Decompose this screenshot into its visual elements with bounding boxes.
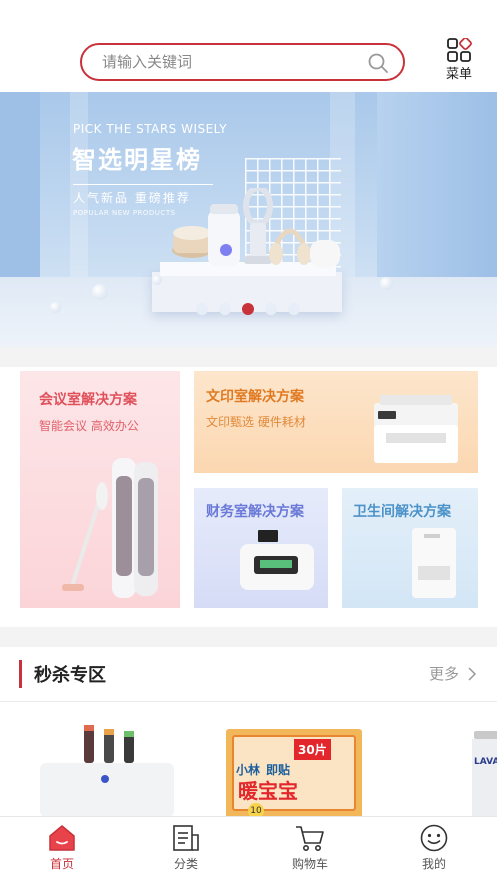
hand-dryer-image [412,528,456,598]
hand-cream-tube[interactable]: LAVAN [470,731,497,817]
menu-label: 菜单 [445,67,472,82]
card-title: 卫生间解决方案 [353,504,451,520]
grid-menu-icon [447,38,472,62]
more-link[interactable]: 更多 [429,663,459,684]
section-gap [0,347,497,367]
card-subtitle: 智能会议 高效办公 [39,419,139,433]
smiley-profile-icon [420,824,448,852]
section-divider [0,701,497,702]
flash-sale-title: 秒杀专区 [34,665,106,686]
printer-image [374,395,458,463]
finance-room-card[interactable]: 财务室解决方案 [194,488,328,608]
banner-ball [152,275,162,285]
carousel-dot[interactable] [196,303,208,315]
section-gap [0,627,497,647]
category-icon [173,825,199,851]
carousel-indicator [196,303,306,315]
search-input[interactable] [102,52,342,72]
card-title: 文印室解决方案 [206,389,304,405]
carousel-dot[interactable] [219,303,231,315]
card-title: 财务室解决方案 [206,504,304,520]
tab-home[interactable]: 首页 [22,823,102,872]
banner-products-image [172,188,340,268]
restroom-card[interactable]: 卫生间解决方案 [342,488,478,608]
home-icon [49,825,75,851]
print-room-card[interactable]: 文印室解决方案 文印甄选 硬件耗材 [194,371,478,473]
cart-icon [296,826,324,851]
carousel-dot-active[interactable] [242,303,254,315]
banner-small-text: POPULAR NEW PRODUCTS [73,209,176,217]
promo-banner[interactable]: PICK THE STARS WISELY 智选明星榜 人气新品 重磅推荐 PO… [0,92,497,347]
banner-title: 智选明星榜 [72,146,202,174]
banner-subtitle: PICK THE STARS WISELY [73,122,228,136]
tab-label: 购物车 [291,857,328,871]
patch-name: 暖宝宝 [238,779,298,803]
tab-cart[interactable]: 购物车 [270,823,350,872]
banner-ball [380,277,393,290]
tube-cap [474,731,497,739]
search-bar[interactable] [80,43,405,81]
flash-sale-section: 秒杀专区 更多 30片 小林 即贴 暖宝宝 10 LAVAN [0,647,497,817]
card-subtitle: 文印甄选 硬件耗材 [206,415,306,429]
tab-profile[interactable]: 我的 [394,823,474,872]
tab-label: 首页 [49,857,74,871]
air-conditioner-vacuum-image [62,458,158,598]
solutions-section: 会议室解决方案 智能会议 高效办公 文印室解决方案 文印甄选 硬件耗材 财务室解… [0,367,497,627]
banner-ball [50,302,61,313]
knife-sterilizer-image[interactable] [38,717,176,817]
banner-divider [73,184,213,185]
patch-count-badge: 30片 [294,739,331,760]
bottom-tab-bar: 首页 分类 购物车 我的 [0,816,497,883]
tab-category[interactable]: 分类 [146,823,226,872]
section-accent-bar [19,660,22,688]
menu-button[interactable]: 菜单 [443,38,475,82]
tube-body [472,739,497,817]
banner-tagline: 人气新品 重磅推荐 [73,191,191,205]
patch-small-badge: 10 [248,803,264,817]
tab-label: 我的 [421,857,446,871]
money-counter-image [240,530,314,590]
card-title: 会议室解决方案 [39,392,137,408]
carousel-dot[interactable] [288,303,300,315]
warm-patch-box[interactable]: 30片 小林 即贴 暖宝宝 10 [226,729,362,817]
tube-brand: LAVAN [474,757,497,767]
banner-ball [92,284,108,300]
meeting-room-card[interactable]: 会议室解决方案 智能会议 高效办公 [20,371,180,608]
chevron-right-icon[interactable] [467,667,477,681]
top-header: 菜单 [0,0,497,92]
tab-label: 分类 [173,857,198,871]
carousel-dot[interactable] [265,303,277,315]
search-icon[interactable] [367,52,389,74]
